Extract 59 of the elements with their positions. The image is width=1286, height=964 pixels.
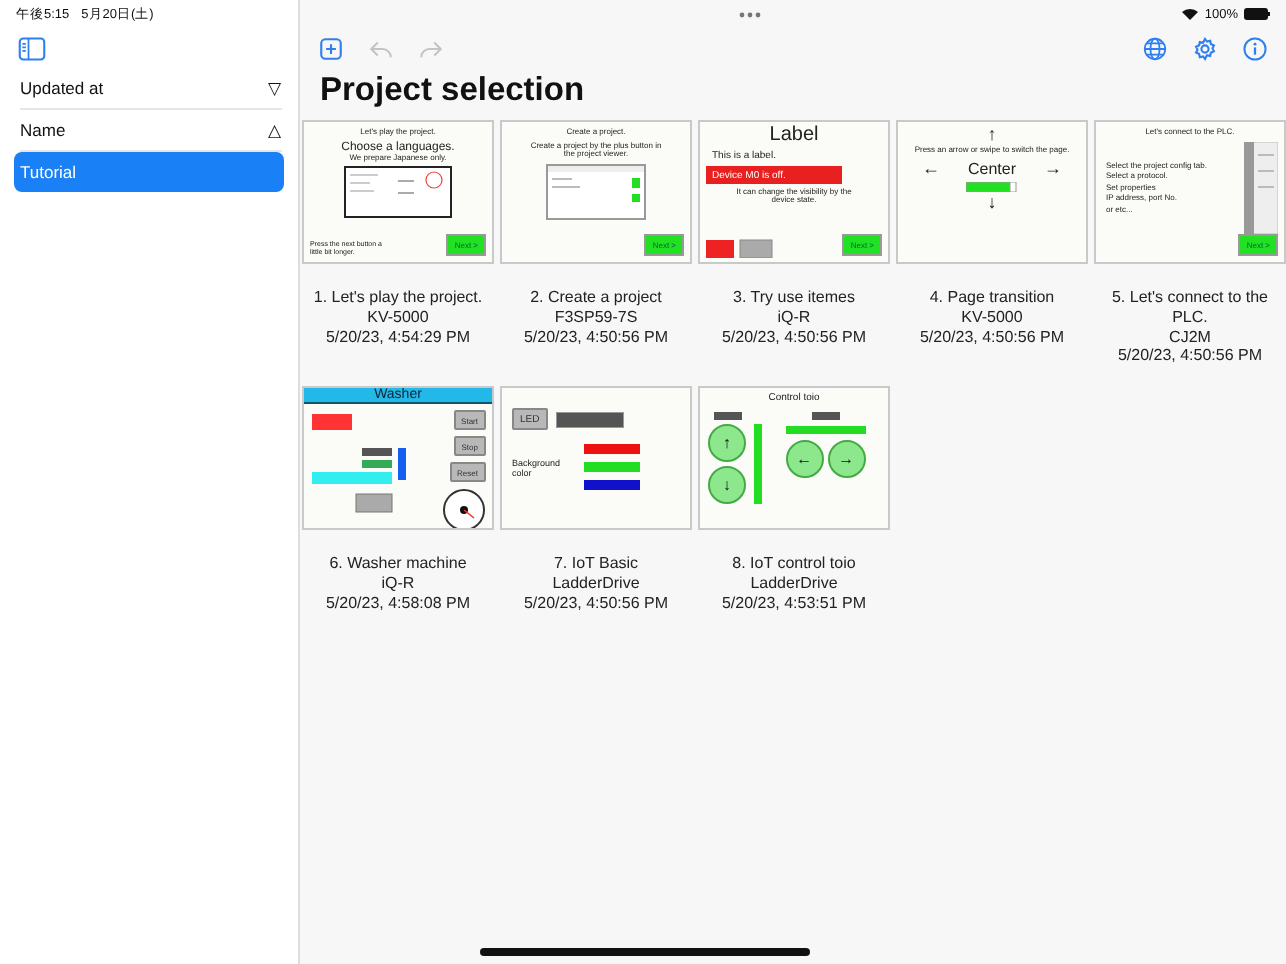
updated-date: 5/20/23, 4:54:29 PM <box>325 327 471 347</box>
value-display-drawing <box>811 412 839 420</box>
project-name[interactable]: 2. Create a project <box>530 288 662 308</box>
left-arrow: ← <box>921 160 940 179</box>
multitasking-icon[interactable] <box>737 11 762 17</box>
thumbnail-title: Center <box>967 160 1016 179</box>
phone-screenshot-drawing <box>1244 142 1278 234</box>
down-arrow: ↓ <box>987 194 997 213</box>
project-name[interactable]: 1. Let's play the project. <box>313 288 483 308</box>
value-display-drawing <box>713 412 741 420</box>
add-icon[interactable] <box>318 35 344 61</box>
updated-date: 5/20/23, 4:53:51 PM <box>721 593 867 613</box>
vertical-slider-drawing <box>754 424 762 504</box>
project-name[interactable]: 6. Washer machine <box>329 554 467 574</box>
right-button: → <box>827 440 865 478</box>
project-name[interactable]: 4. Page transition <box>929 288 1055 308</box>
sort-option[interactable]: Name <box>20 120 66 140</box>
left-button: ← <box>785 440 823 478</box>
sidebar-toggle-icon[interactable] <box>18 35 46 61</box>
device-name: CJ2M <box>1169 327 1211 347</box>
slider-drawing <box>966 182 1018 193</box>
updated-date: 5/20/23, 4:50:56 PM <box>919 327 1065 347</box>
project-name[interactable]: 5. Let's connect to the PLC. <box>1094 288 1286 327</box>
updated-date: 5/20/23, 4:50:56 PM <box>1117 346 1263 366</box>
horizontal-slider-drawing <box>785 426 865 434</box>
device-name: F3SP59-7S <box>554 307 638 327</box>
down-button: ↓ <box>708 466 746 504</box>
gauge-drawing <box>442 488 486 528</box>
thumbnail-title: Label <box>769 124 819 146</box>
project-name[interactable]: 3. Try use itemes <box>733 288 855 308</box>
up-button: ↑ <box>708 424 746 462</box>
info-icon[interactable] <box>1242 35 1268 61</box>
updated-date: 5/20/23, 4:50:56 PM <box>523 593 669 613</box>
wifi-icon <box>1182 8 1199 20</box>
value-display-drawing <box>555 411 624 427</box>
battery-icon <box>1244 8 1270 20</box>
sort-order-icon[interactable]: ▽ <box>268 78 282 98</box>
device-name: iQ-R <box>777 307 811 327</box>
device-name: LadderDrive <box>552 573 640 593</box>
sort-option[interactable]: Updated at <box>20 78 104 98</box>
screenshot-drawing <box>344 166 452 219</box>
device-name: LadderDrive <box>750 573 838 593</box>
toggle-buttons-drawing <box>706 238 774 258</box>
page-title: Project selection <box>320 72 587 110</box>
device-name: iQ-R <box>381 573 415 593</box>
updated-date: 5/20/23, 4:50:56 PM <box>721 327 867 347</box>
project-name[interactable]: 8. IoT control toio <box>732 554 856 574</box>
sort-order-icon[interactable]: △ <box>268 120 282 140</box>
settings-icon[interactable] <box>1192 35 1218 61</box>
updated-date: 5/20/23, 4:58:08 PM <box>325 593 471 613</box>
device-name: KV-5000 <box>961 307 1023 327</box>
updated-date: 5/20/23, 4:50:56 PM <box>523 327 669 347</box>
globe-icon[interactable] <box>1142 35 1168 61</box>
project-name[interactable]: 7. IoT Basic <box>553 554 639 574</box>
right-arrow: → <box>1044 160 1062 179</box>
screenshot-drawing <box>546 163 646 220</box>
up-arrow: ↑ <box>987 126 997 144</box>
device-name: KV-5000 <box>367 307 429 327</box>
folder-item[interactable]: Tutorial <box>14 152 284 192</box>
